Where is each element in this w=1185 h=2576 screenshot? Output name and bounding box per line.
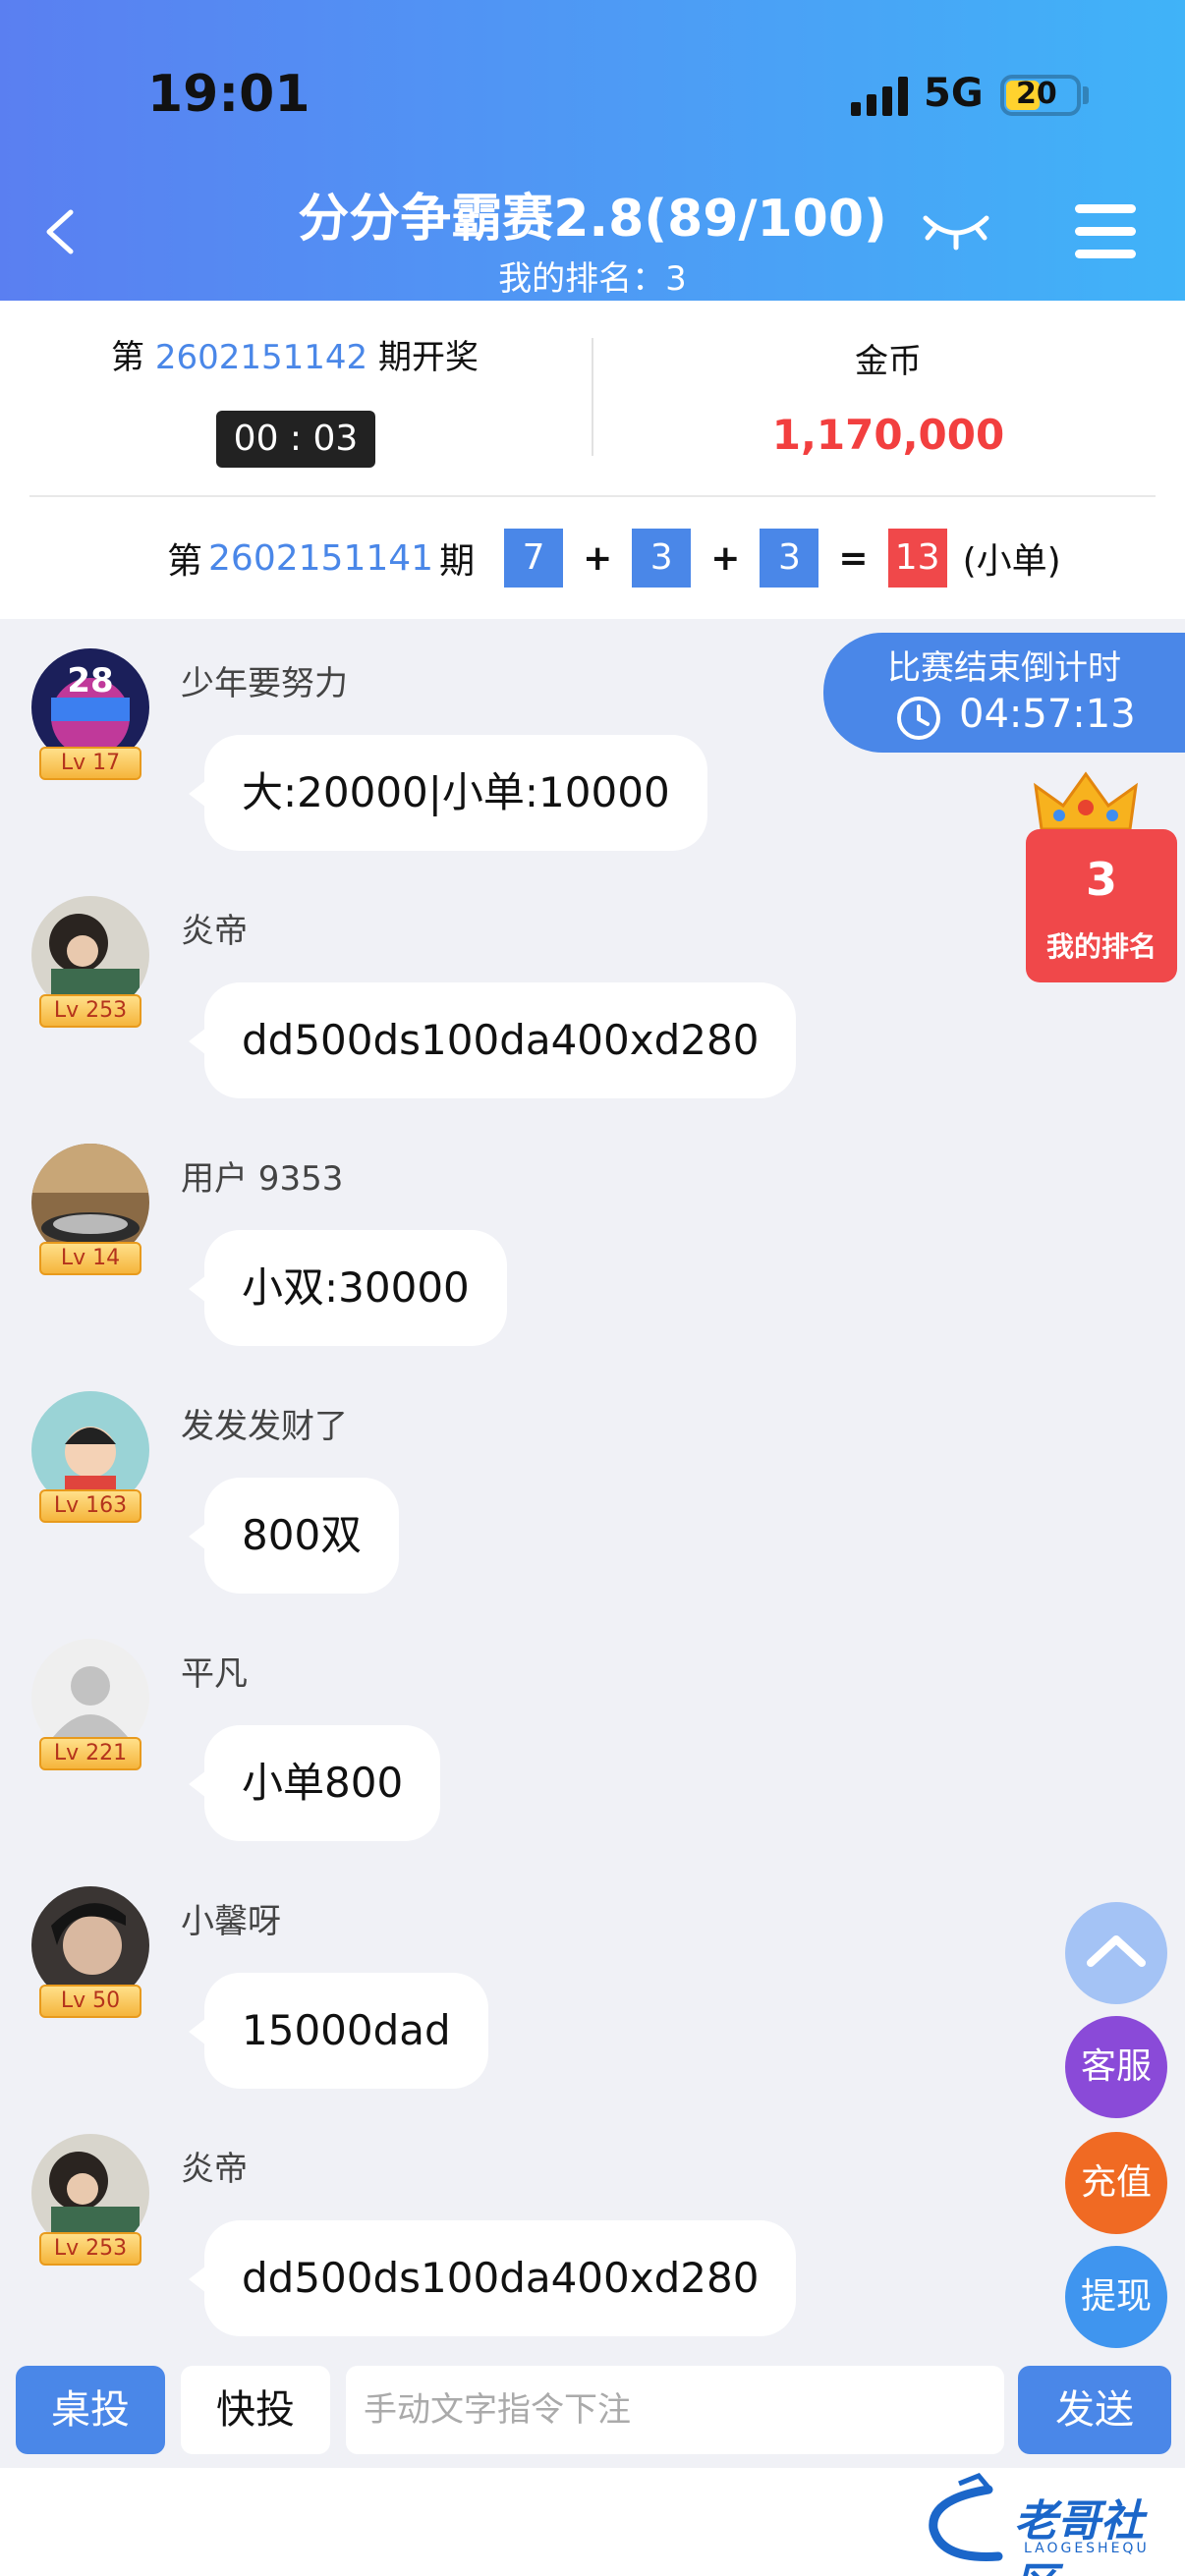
- chevron-up-icon: [1087, 1935, 1146, 1967]
- username: 用户 9353: [181, 1159, 344, 1199]
- watermark-subtext: LAOGESHEQU: [1024, 2541, 1150, 2556]
- message-bubble: 800双: [188, 1478, 400, 1594]
- my-rank-number: 3: [1085, 853, 1117, 906]
- message-bubble: 大:20000|小单:10000: [189, 735, 707, 851]
- current-issue-number: 2602151142: [154, 338, 368, 377]
- watermark-text: 老哥社区: [1014, 2496, 1144, 2576]
- equals-sign: =: [838, 537, 869, 579]
- send-button[interactable]: 发送: [1018, 2366, 1171, 2454]
- username: 少年要努力: [181, 664, 348, 703]
- svg-text:28: 28: [67, 661, 113, 700]
- username: 小馨呀: [181, 1902, 281, 1941]
- last-issue-number: 2602151141: [208, 537, 434, 579]
- scroll-top-button[interactable]: [1065, 1902, 1167, 2004]
- my-rank-card[interactable]: 3 我的排名: [1026, 829, 1177, 982]
- withdraw-button[interactable]: 提现: [1065, 2246, 1167, 2348]
- username: 发发发财了: [181, 1407, 348, 1446]
- page-title: 分分争霸赛2.8(89/100): [298, 190, 887, 249]
- battery-icon: 20: [1000, 75, 1081, 116]
- bet-input-bar: 桌投 快投 发送: [0, 2350, 1185, 2468]
- my-rank-label: 我的排名: [1045, 930, 1157, 963]
- last-issue-prefix: 第: [167, 541, 203, 582]
- level-badge: Lv 221: [39, 1737, 141, 1770]
- chat-message: Lv 253 炎帝 dd500ds100da400xd280: [0, 2134, 884, 2381]
- issue-prefix: 第: [111, 338, 145, 377]
- result-ball: 7: [504, 529, 564, 588]
- contest-countdown: 比赛结束倒计时 04:57:13: [823, 633, 1185, 753]
- level-badge: Lv 50: [39, 1985, 141, 2018]
- contest-countdown-title: 比赛结束倒计时: [887, 648, 1121, 688]
- chat-message: Lv 50 小馨呀 15000dad: [0, 1886, 884, 2134]
- last-result-row[interactable]: 第 2602151141 期 7 + 3 + 3 = 13 (小单): [167, 529, 1067, 588]
- level-badge: Lv 14: [39, 1242, 141, 1275]
- chat-message: Lv 253 炎帝 dd500ds100da400xd280: [0, 896, 884, 1144]
- crown-icon: [1034, 771, 1138, 831]
- signal-icon: [851, 77, 910, 116]
- chat-message: Lv 221 平凡 小单800: [0, 1639, 884, 1886]
- message-bubble: dd500ds100da400xd280: [188, 982, 797, 1098]
- message-bubble: dd500ds100da400xd280: [188, 2220, 797, 2336]
- divider: [29, 495, 1156, 497]
- result-ball: 3: [632, 529, 692, 588]
- app-header: 19:01 5G 20 分分争霸赛2.8(89/100) 我的排名：3: [0, 0, 1185, 301]
- issue-suffix: 期开奖: [377, 338, 479, 377]
- level-badge: Lv 253: [39, 994, 141, 1028]
- battery-level: 20: [1016, 77, 1057, 111]
- level-badge: Lv 17: [39, 747, 141, 780]
- username: 平凡: [181, 1654, 248, 1694]
- table-bet-button[interactable]: 桌投: [16, 2366, 165, 2454]
- level-badge: Lv 163: [39, 1489, 141, 1523]
- chat-message: Lv 14 用户 9353 小双:30000: [0, 1144, 884, 1391]
- message-bubble: 小双:30000: [189, 1230, 507, 1346]
- result-type: (小单): [962, 541, 1061, 582]
- recharge-button[interactable]: 充值: [1065, 2132, 1167, 2234]
- draw-panel: 第 2602151142 期开奖 00 : 03 金币 1,170,000 第 …: [0, 301, 1185, 619]
- result-ball: 3: [760, 529, 819, 588]
- chat-message: Lv 163 发发发财了 800双: [0, 1391, 884, 1639]
- current-issue-line: 第 2602151142 期开奖: [0, 330, 590, 378]
- plus-sign: +: [710, 537, 741, 579]
- clock-icon: [897, 697, 940, 740]
- contest-countdown-value: 04:57:13: [959, 692, 1136, 737]
- last-issue-suffix: 期: [439, 541, 476, 582]
- username: 炎帝: [181, 2150, 248, 2189]
- result-sum: 13: [887, 529, 947, 588]
- network-label: 5G: [924, 71, 984, 116]
- plus-sign: +: [583, 537, 613, 579]
- coin-label: 金币: [855, 342, 922, 381]
- menu-icon[interactable]: [1075, 204, 1136, 259]
- username: 炎帝: [181, 912, 248, 951]
- draw-countdown: 00 : 03: [216, 411, 375, 468]
- bet-command-input[interactable]: [346, 2366, 1004, 2454]
- message-bubble: 小单800: [188, 1725, 441, 1841]
- status-time: 19:01: [147, 65, 310, 124]
- level-badge: Lv 253: [39, 2232, 141, 2266]
- chat-message: 28 Lv 17 少年要努力 大:20000|小单:10000: [0, 648, 884, 896]
- message-bubble: 15000dad: [189, 1973, 488, 2089]
- my-rank-subtitle: 我的排名：3: [498, 259, 687, 299]
- eye-closed-icon[interactable]: [922, 196, 990, 255]
- coin-balance: 1,170,000: [771, 411, 1005, 459]
- customer-service-button[interactable]: 客服: [1065, 2016, 1167, 2118]
- quick-bet-button[interactable]: 快投: [181, 2366, 330, 2454]
